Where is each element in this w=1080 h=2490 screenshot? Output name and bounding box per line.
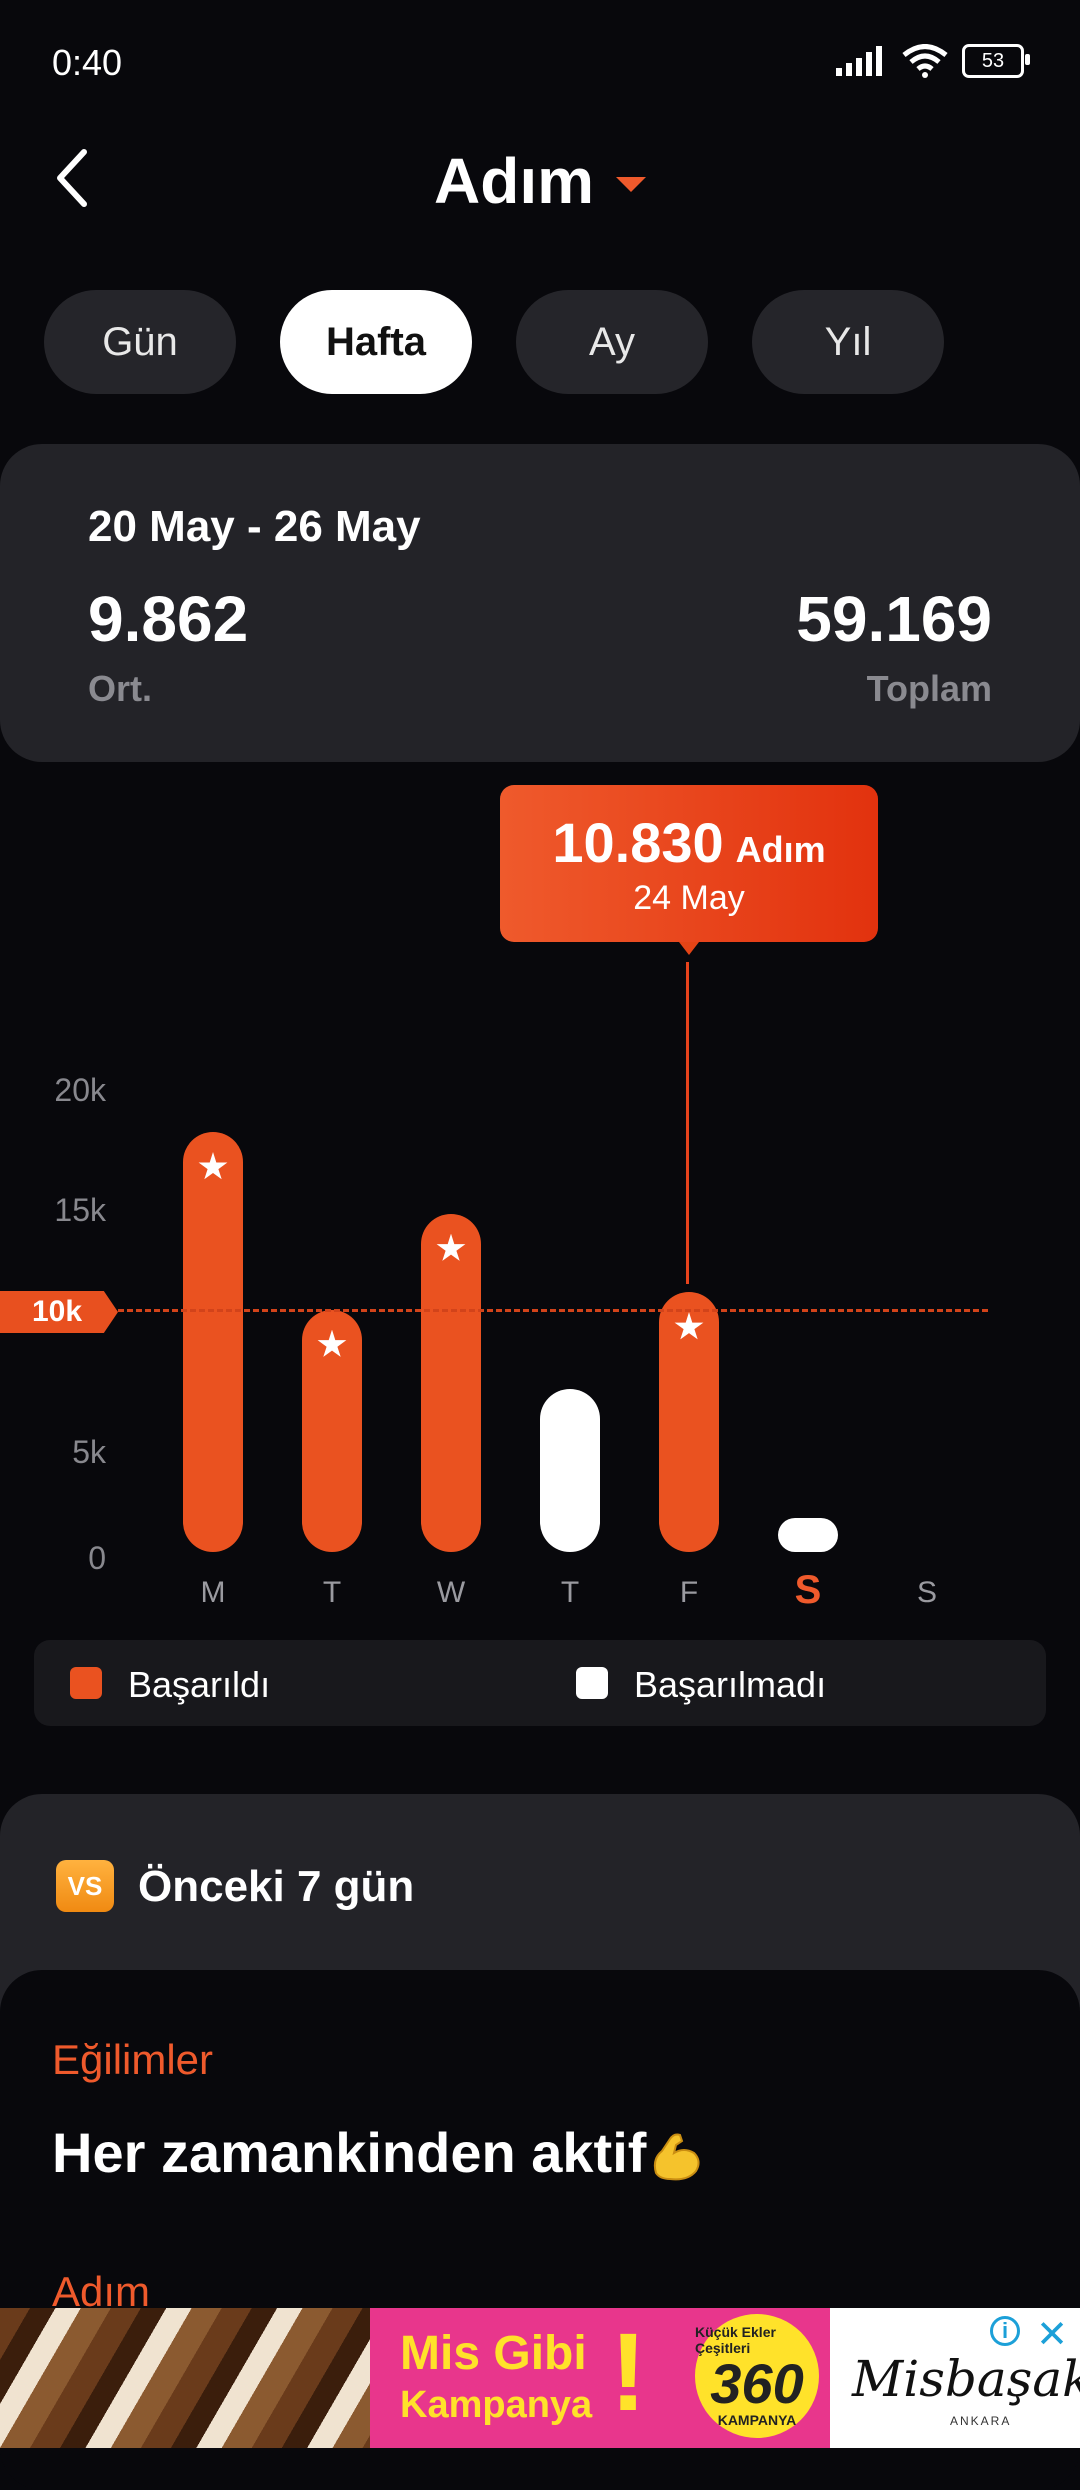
flexed-biceps-icon (654, 2133, 700, 2181)
tooltip-date: 24 May (633, 878, 745, 917)
legend-swatch-achieved (70, 1667, 102, 1699)
y-tick-label: 5k (72, 1434, 106, 1470)
y-tick-label: 0 (88, 1540, 106, 1576)
legend-label-achieved: Başarıldı (128, 1664, 271, 1705)
date-range: 20 May - 26 May (88, 502, 421, 551)
goal-line (118, 1309, 988, 1312)
x-tick-label: S (916, 1576, 937, 1609)
ad-line1: Mis Gibi (400, 2327, 587, 2380)
signal-icon (836, 46, 882, 76)
total-label: Toplam (866, 668, 992, 709)
page-title: Adım (434, 145, 594, 217)
goal-tag: 10k (0, 1291, 118, 1333)
legend-swatch-not-achieved (576, 1667, 608, 1699)
status-time: 0:40 (52, 42, 123, 83)
legend-label-not-achieved: Başarılmadı (634, 1664, 827, 1705)
bar-1[interactable] (302, 1309, 362, 1552)
ad-banner[interactable]: Mis Gibi Kampanya ! Küçük Ekler Çeşitler… (0, 2308, 1080, 2448)
ad-exclaim: ! (610, 2311, 647, 2434)
ad-line2: Kampanya (400, 2384, 593, 2426)
x-tick-label: S (794, 1568, 822, 1612)
x-tick-label: F (679, 1576, 699, 1609)
ad-brand-sub: ANKARA (950, 2414, 1012, 2428)
tab-week[interactable]: Hafta (280, 290, 472, 394)
trends-message-text: Her zamankinden aktif (52, 2121, 647, 2184)
ad-seal: Küçük Ekler Çeşitleri 360 KAMPANYA (695, 2314, 819, 2438)
average-label: Ort. (88, 668, 153, 709)
vs-badge-icon: VS (56, 1860, 114, 1912)
total-value: 59.169 (796, 583, 992, 655)
y-tick-label: 20k (54, 1072, 106, 1108)
battery-icon: 53 (962, 44, 1030, 78)
y-tick-label: 15k (54, 1192, 106, 1228)
compare-title: Önceki 7 gün (138, 1862, 415, 1911)
ad-brand-logo: Misbaşak (852, 2350, 1080, 2408)
status-icons: 53 (836, 44, 1030, 78)
x-tick-label: M (200, 1576, 226, 1609)
ad-food-image (0, 2308, 370, 2448)
bar-5[interactable] (778, 1518, 838, 1552)
tooltip-value: 10.830 (552, 810, 724, 874)
tab-day[interactable]: Gün (44, 290, 236, 394)
trends-heading: Eğilimler (52, 2036, 214, 2083)
bar-3[interactable] (540, 1388, 600, 1552)
tab-month[interactable]: Ay (516, 290, 708, 394)
star-icon (436, 1233, 466, 1261)
chart-tooltip: 10.830 Adım 24 May (500, 785, 878, 955)
ad-close-icon[interactable]: ✕ (1036, 2312, 1068, 2357)
ad-seal-number: 360 (710, 2352, 804, 2415)
average-value: 9.862 (88, 583, 249, 655)
tooltip-guide-line (686, 962, 689, 1284)
bar-2[interactable] (421, 1213, 481, 1552)
star-icon (674, 1312, 704, 1340)
ad-brand-panel: Misbaşak ANKARA i ✕ (830, 2308, 1080, 2448)
x-tick-label: T (322, 1576, 342, 1609)
ad-info-icon[interactable]: i (990, 2316, 1020, 2346)
ad-promo: Mis Gibi Kampanya ! Küçük Ekler Çeşitler… (370, 2308, 830, 2448)
chart-legend: Başarıldı Başarılmadı (34, 1640, 1046, 1726)
tab-year[interactable]: Yıl (752, 290, 944, 394)
star-icon (317, 1329, 347, 1357)
x-tick-label: T (560, 1576, 580, 1609)
tooltip-unit: Adım (735, 828, 826, 870)
star-icon (198, 1152, 228, 1180)
wifi-icon (902, 44, 948, 78)
x-tick-label: W (436, 1576, 466, 1609)
caret-down-icon (616, 176, 646, 192)
trends-message: Her zamankinden aktif (52, 2120, 704, 2185)
bar-0[interactable] (183, 1132, 243, 1552)
period-tabs: Gün Hafta Ay Yıl (44, 290, 944, 394)
battery-level: 53 (981, 49, 1005, 72)
bar-4[interactable] (659, 1292, 719, 1552)
ad-seal-bottom: KAMPANYA (717, 2412, 797, 2428)
title-dropdown[interactable]: Adım (0, 144, 1080, 218)
